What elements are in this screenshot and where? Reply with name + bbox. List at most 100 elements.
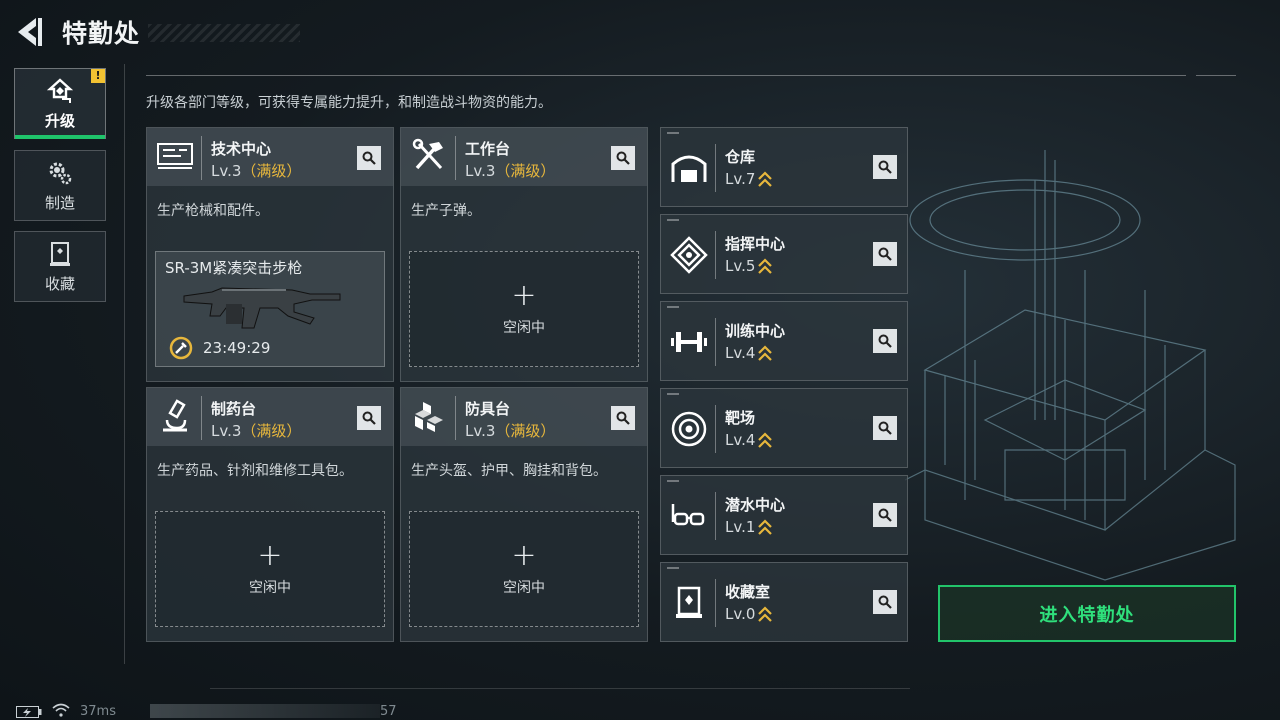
facility-card-command-center[interactable]: 指挥中心 Lv.5 <box>660 214 908 294</box>
upgrade-arrow-icon <box>758 518 773 535</box>
search-button[interactable] <box>873 155 897 179</box>
card-divider <box>715 144 716 192</box>
facility-name: 仓库 <box>725 148 756 166</box>
idle-label: 空闲中 <box>503 580 545 596</box>
production-timer: 23:49:29 <box>203 339 271 357</box>
search-button[interactable] <box>611 406 635 430</box>
workbench-screen-icon <box>157 143 193 169</box>
search-icon <box>362 151 376 165</box>
card-divider <box>201 136 202 180</box>
back-arrow-icon[interactable] <box>14 16 44 48</box>
gear-icon <box>49 162 72 184</box>
upgrade-arrow-icon <box>758 344 773 361</box>
facility-card-training-center[interactable]: 训练中心 Lv.4 <box>660 301 908 381</box>
search-button[interactable] <box>873 416 897 440</box>
sidebar-tab-craft[interactable]: 制造 <box>14 150 106 221</box>
fps-readout: 57 <box>380 704 397 719</box>
enter-button-label: 进入特勤处 <box>1039 604 1135 626</box>
hammer-wrench-icon <box>412 138 443 170</box>
facility-card-collection-room[interactable]: 收藏室 Lv.0 <box>660 562 908 642</box>
facility-card-warehouse[interactable]: 仓库 Lv.7 <box>660 127 908 207</box>
idle-production-slot[interactable]: + 空闲中 <box>409 251 639 367</box>
card-divider <box>455 396 456 440</box>
search-icon <box>616 151 630 165</box>
wrench-timer-icon <box>169 336 193 360</box>
header-divider <box>146 75 1186 76</box>
collection-icon <box>676 586 702 618</box>
search-icon <box>878 421 892 435</box>
department-description: 生产枪械和配件。 <box>157 203 269 219</box>
facility-level: Lv.4 <box>725 431 773 450</box>
chip-icon <box>670 236 708 274</box>
max-level-label: （满级） <box>495 422 556 440</box>
ping-readout: 37ms <box>80 704 116 719</box>
search-button[interactable] <box>357 146 381 170</box>
search-icon <box>878 595 892 609</box>
department-card-pharmacy[interactable]: 制药台 Lv.3（满级） 生产药品、针剂和维修工具包。 + 空闲中 <box>146 387 394 642</box>
max-level-label: （满级） <box>241 162 302 180</box>
department-name: 技术中心 <box>211 140 272 158</box>
search-icon <box>878 247 892 261</box>
sidebar-divider <box>124 64 125 664</box>
battery-icon <box>16 706 42 718</box>
department-card-workbench[interactable]: 工作台 Lv.3（满级） 生产子弹。 + 空闲中 <box>400 127 648 382</box>
search-icon <box>878 160 892 174</box>
sidebar-tab-label: 制造 <box>44 193 75 212</box>
card-divider <box>715 231 716 279</box>
facility-model-illustration <box>905 150 1236 581</box>
card-header: 制药台 Lv.3（满级） <box>147 388 393 446</box>
production-item-name: SR-3M紧凑突击步枪 <box>165 259 303 277</box>
diving-mask-icon <box>671 504 705 526</box>
page-description: 升级各部门等级，可获得专属能力提升，和制造战斗物资的能力。 <box>146 95 552 111</box>
search-button[interactable] <box>611 146 635 170</box>
department-name: 工作台 <box>465 140 511 158</box>
idle-label: 空闲中 <box>249 580 291 596</box>
dumbbell-icon <box>671 332 707 352</box>
department-level: Lv.3（满级） <box>465 422 556 440</box>
department-level: Lv.3（满级） <box>465 162 556 180</box>
idle-production-slot[interactable]: + 空闲中 <box>155 511 385 627</box>
search-icon <box>878 334 892 348</box>
facility-card-diving-center[interactable]: 潜水中心 Lv.1 <box>660 475 908 555</box>
sidebar-tab-collection[interactable]: 收藏 <box>14 231 106 302</box>
card-divider <box>715 579 716 627</box>
sidebar-tab-upgrade[interactable]: ! 升级 <box>14 68 106 139</box>
wifi-icon <box>52 703 70 717</box>
department-description: 生产子弹。 <box>411 203 481 219</box>
production-slot[interactable]: SR-3M紧凑突击步枪 23:49:29 <box>155 251 385 367</box>
search-icon <box>362 411 376 425</box>
facility-level: Lv.0 <box>725 605 773 624</box>
department-description: 生产头盔、护甲、胸挂和背包。 <box>411 463 607 479</box>
department-card-tech-center[interactable]: 技术中心 Lv.3（满级） 生产枪械和配件。 SR-3M紧凑突击步枪 23:49… <box>146 127 394 382</box>
department-card-armor-bench[interactable]: 防具台 Lv.3（满级） 生产头盔、护甲、胸挂和背包。 + 空闲中 <box>400 387 648 642</box>
facility-level: Lv.7 <box>725 170 773 189</box>
facility-name: 指挥中心 <box>725 235 786 253</box>
department-name: 防具台 <box>465 400 511 418</box>
add-icon: + <box>257 538 283 573</box>
card-header: 工作台 Lv.3（满级） <box>401 128 647 186</box>
idle-production-slot[interactable]: + 空闲中 <box>409 511 639 627</box>
search-button[interactable] <box>873 242 897 266</box>
facility-level: Lv.1 <box>725 518 773 537</box>
enter-special-ops-button[interactable]: 进入特勤处 <box>938 585 1236 642</box>
search-button[interactable] <box>357 406 381 430</box>
sidebar-tab-label: 收藏 <box>44 274 75 293</box>
armor-cubes-icon <box>415 402 443 432</box>
facility-name: 靶场 <box>725 409 756 427</box>
sidebar-tab-label: 升级 <box>44 111 75 130</box>
facility-card-shooting-range[interactable]: 靶场 Lv.4 <box>660 388 908 468</box>
search-button[interactable] <box>873 503 897 527</box>
facility-name: 潜水中心 <box>725 496 786 514</box>
search-button[interactable] <box>873 329 897 353</box>
page-title: 特勤处 <box>62 19 141 48</box>
header-divider-right <box>1196 75 1236 76</box>
upgrade-arrow-icon <box>758 170 773 187</box>
rifle-image <box>183 287 341 329</box>
search-icon <box>878 508 892 522</box>
card-header: 防具台 Lv.3（满级） <box>401 388 647 446</box>
search-button[interactable] <box>873 590 897 614</box>
card-divider <box>455 136 456 180</box>
department-description: 生产药品、针剂和维修工具包。 <box>157 463 353 479</box>
card-divider <box>201 396 202 440</box>
department-level: Lv.3（满级） <box>211 422 302 440</box>
